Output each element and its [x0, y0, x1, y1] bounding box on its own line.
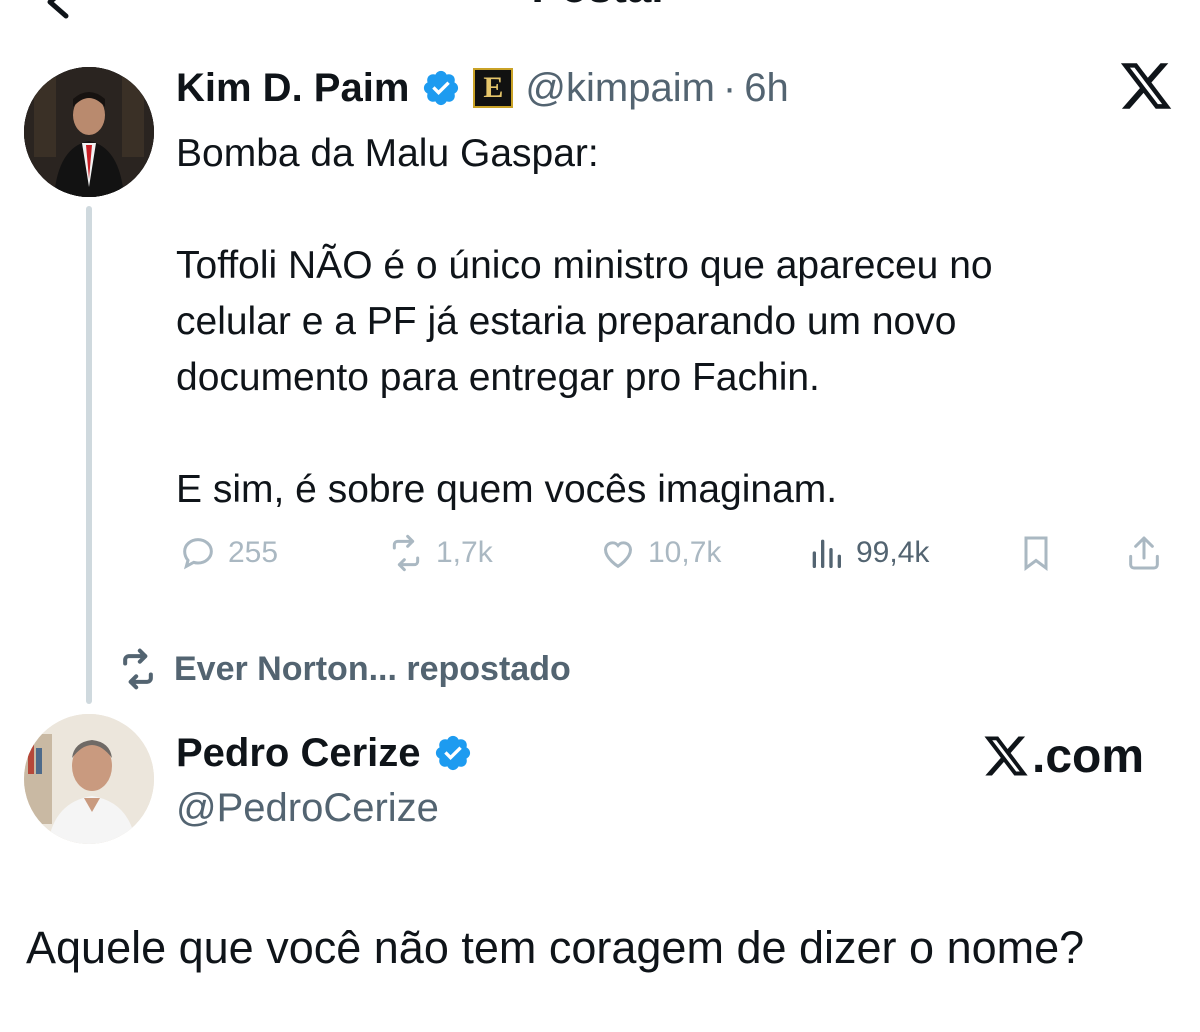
tweet-line: celular e a PF já estaria preparando um … — [176, 300, 957, 343]
x-logo-icon — [1118, 58, 1178, 118]
affiliate-badge-icon: E — [473, 68, 514, 108]
quote-user-handle[interactable]: @PedroCerize — [176, 786, 439, 831]
reply-icon — [183, 538, 213, 570]
separator-dot: · — [722, 65, 737, 110]
retweet-button[interactable]: 1,7k — [386, 527, 493, 579]
like-button[interactable]: 10,7k — [598, 527, 721, 579]
verified-badge-icon — [435, 735, 470, 771]
tweet-time[interactable]: 6h — [744, 66, 789, 111]
reply-caption: Aquele que você não tem coragem de dizer… — [26, 922, 1085, 973]
x-com-suffix: .com — [1032, 729, 1145, 783]
heart-icon — [603, 541, 633, 569]
page-title: Postar — [0, 0, 1200, 10]
author-handle[interactable]: @kimpaim — [525, 66, 715, 111]
retweet-icon — [392, 534, 420, 572]
bookmark-button[interactable] — [1016, 527, 1056, 579]
x-com-watermark: .com — [982, 728, 1144, 784]
views-button[interactable]: 99,4k — [806, 527, 929, 579]
verified-badge-icon — [424, 70, 459, 106]
retweet-count: 1,7k — [436, 536, 493, 569]
retweet-icon — [123, 648, 153, 690]
tweet-line: E sim, é sobre quem vocês imaginam. — [176, 468, 838, 511]
share-button[interactable] — [1124, 527, 1164, 579]
tweet-text: Bomba da Malu Gaspar: Toffoli NÃO é o ún… — [176, 126, 1166, 518]
bookmark-icon — [1024, 536, 1048, 571]
avatar[interactable] — [24, 67, 154, 197]
tweet-line: documento para entregar pro Fachin. — [176, 356, 820, 399]
author-name[interactable]: Kim D. Paim — [176, 66, 409, 111]
quote-user-name[interactable]: Pedro Cerize — [176, 731, 421, 776]
repost-indicator[interactable]: Ever Norton... repostado — [116, 644, 571, 694]
views-icon — [812, 539, 841, 568]
repost-label: Ever Norton... repostado — [174, 649, 571, 688]
thread-connector — [86, 206, 92, 704]
views-count: 99,4k — [856, 536, 930, 569]
like-count: 10,7k — [648, 536, 722, 569]
reply-button[interactable]: 255 — [178, 527, 278, 579]
share-icon — [1129, 536, 1159, 570]
avatar[interactable] — [24, 714, 154, 844]
tweet-line: Bomba da Malu Gaspar: — [176, 132, 599, 175]
reply-count: 255 — [228, 536, 279, 569]
x-logo-icon — [984, 736, 1028, 776]
tweet-line: Toffoli NÃO é o único ministro que apare… — [176, 244, 993, 287]
